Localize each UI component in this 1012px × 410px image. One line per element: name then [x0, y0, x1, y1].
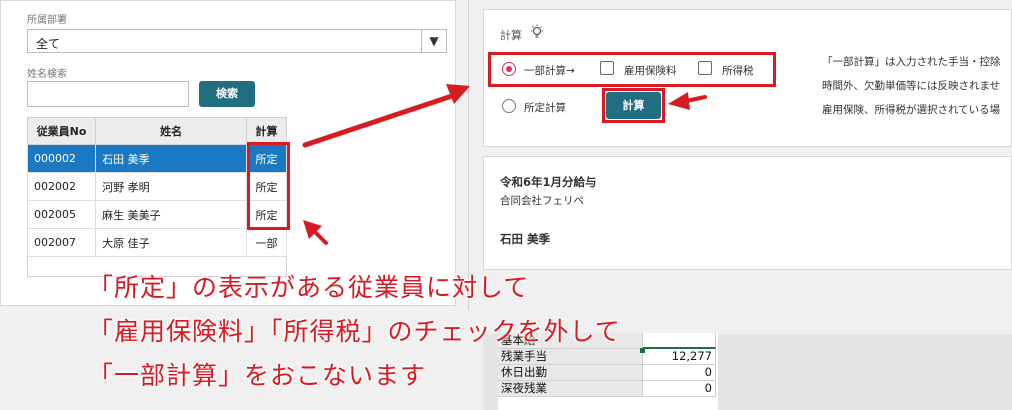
arrow-to-calc-options [302, 84, 470, 148]
annotation-line-3: 「一部計算」をおこないます [88, 361, 427, 390]
annotation-arrows [302, 84, 707, 245]
arrow-to-table [303, 220, 328, 245]
arrow-to-calc-button [668, 92, 707, 110]
annotation-line-2: 「雇用保険料」「所得税」のチェックを外して [88, 317, 621, 346]
annotation-line-1: 「所定」の表示がある従業員に対して [88, 273, 530, 302]
